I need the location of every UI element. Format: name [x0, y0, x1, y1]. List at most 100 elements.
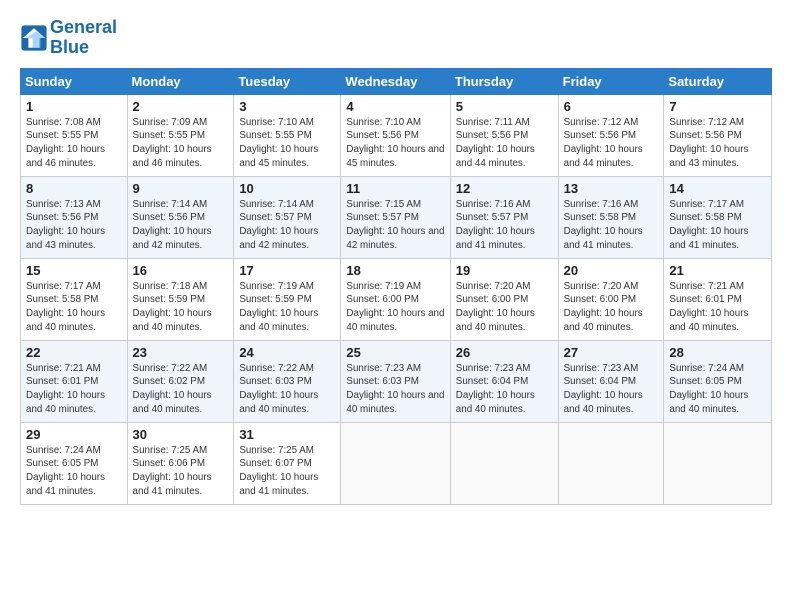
calendar-row: 22 Sunrise: 7:21 AMSunset: 6:01 PMDaylig…	[21, 340, 772, 422]
day-info: Sunrise: 7:14 AMSunset: 5:57 PMDaylight:…	[239, 199, 318, 251]
page: General Blue Sunday Monday Tuesday Wedne…	[0, 0, 792, 612]
day-number: 2	[133, 99, 229, 114]
day-number: 28	[669, 345, 766, 360]
day-info: Sunrise: 7:20 AMSunset: 6:00 PMDaylight:…	[564, 281, 643, 333]
day-number: 11	[346, 181, 444, 196]
day-info: Sunrise: 7:15 AMSunset: 5:57 PMDaylight:…	[346, 199, 444, 251]
col-sunday: Sunday	[21, 68, 128, 94]
table-row: 30 Sunrise: 7:25 AMSunset: 6:06 PMDaylig…	[127, 422, 234, 504]
table-row: 28 Sunrise: 7:24 AMSunset: 6:05 PMDaylig…	[664, 340, 772, 422]
table-row: 18 Sunrise: 7:19 AMSunset: 6:00 PMDaylig…	[341, 258, 450, 340]
table-row	[341, 422, 450, 504]
day-info: Sunrise: 7:17 AMSunset: 5:58 PMDaylight:…	[669, 199, 748, 251]
header: General Blue	[20, 18, 772, 58]
day-number: 5	[456, 99, 553, 114]
col-thursday: Thursday	[450, 68, 558, 94]
table-row: 26 Sunrise: 7:23 AMSunset: 6:04 PMDaylig…	[450, 340, 558, 422]
day-number: 20	[564, 263, 659, 278]
day-number: 17	[239, 263, 335, 278]
day-number: 22	[26, 345, 122, 360]
day-info: Sunrise: 7:14 AMSunset: 5:56 PMDaylight:…	[133, 199, 212, 251]
day-number: 23	[133, 345, 229, 360]
col-saturday: Saturday	[664, 68, 772, 94]
calendar-header-row: Sunday Monday Tuesday Wednesday Thursday…	[21, 68, 772, 94]
table-row: 12 Sunrise: 7:16 AMSunset: 5:57 PMDaylig…	[450, 176, 558, 258]
day-number: 26	[456, 345, 553, 360]
table-row: 19 Sunrise: 7:20 AMSunset: 6:00 PMDaylig…	[450, 258, 558, 340]
table-row: 13 Sunrise: 7:16 AMSunset: 5:58 PMDaylig…	[558, 176, 664, 258]
table-row: 25 Sunrise: 7:23 AMSunset: 6:03 PMDaylig…	[341, 340, 450, 422]
table-row: 15 Sunrise: 7:17 AMSunset: 5:58 PMDaylig…	[21, 258, 128, 340]
day-number: 21	[669, 263, 766, 278]
logo-text: General Blue	[50, 18, 117, 58]
day-number: 25	[346, 345, 444, 360]
col-monday: Monday	[127, 68, 234, 94]
day-info: Sunrise: 7:22 AMSunset: 6:02 PMDaylight:…	[133, 363, 212, 415]
table-row: 20 Sunrise: 7:20 AMSunset: 6:00 PMDaylig…	[558, 258, 664, 340]
table-row: 4 Sunrise: 7:10 AMSunset: 5:56 PMDayligh…	[341, 94, 450, 176]
day-number: 19	[456, 263, 553, 278]
day-number: 15	[26, 263, 122, 278]
day-number: 29	[26, 427, 122, 442]
day-info: Sunrise: 7:13 AMSunset: 5:56 PMDaylight:…	[26, 199, 105, 251]
day-number: 12	[456, 181, 553, 196]
generalblue-logo-icon	[20, 24, 48, 52]
logo: General Blue	[20, 18, 117, 58]
table-row	[450, 422, 558, 504]
day-info: Sunrise: 7:18 AMSunset: 5:59 PMDaylight:…	[133, 281, 212, 333]
day-info: Sunrise: 7:23 AMSunset: 6:04 PMDaylight:…	[564, 363, 643, 415]
col-tuesday: Tuesday	[234, 68, 341, 94]
day-number: 4	[346, 99, 444, 114]
day-number: 8	[26, 181, 122, 196]
table-row: 10 Sunrise: 7:14 AMSunset: 5:57 PMDaylig…	[234, 176, 341, 258]
day-number: 30	[133, 427, 229, 442]
table-row: 22 Sunrise: 7:21 AMSunset: 6:01 PMDaylig…	[21, 340, 128, 422]
col-friday: Friday	[558, 68, 664, 94]
table-row: 6 Sunrise: 7:12 AMSunset: 5:56 PMDayligh…	[558, 94, 664, 176]
day-info: Sunrise: 7:24 AMSunset: 6:05 PMDaylight:…	[669, 363, 748, 415]
table-row: 9 Sunrise: 7:14 AMSunset: 5:56 PMDayligh…	[127, 176, 234, 258]
calendar-row: 1 Sunrise: 7:08 AMSunset: 5:55 PMDayligh…	[21, 94, 772, 176]
day-info: Sunrise: 7:21 AMSunset: 6:01 PMDaylight:…	[26, 363, 105, 415]
logo-general: General	[50, 17, 117, 37]
day-number: 18	[346, 263, 444, 278]
table-row: 31 Sunrise: 7:25 AMSunset: 6:07 PMDaylig…	[234, 422, 341, 504]
table-row: 1 Sunrise: 7:08 AMSunset: 5:55 PMDayligh…	[21, 94, 128, 176]
table-row: 5 Sunrise: 7:11 AMSunset: 5:56 PMDayligh…	[450, 94, 558, 176]
day-number: 1	[26, 99, 122, 114]
day-number: 3	[239, 99, 335, 114]
day-info: Sunrise: 7:23 AMSunset: 6:04 PMDaylight:…	[456, 363, 535, 415]
day-number: 14	[669, 181, 766, 196]
day-info: Sunrise: 7:19 AMSunset: 6:00 PMDaylight:…	[346, 281, 444, 333]
table-row: 24 Sunrise: 7:22 AMSunset: 6:03 PMDaylig…	[234, 340, 341, 422]
day-info: Sunrise: 7:10 AMSunset: 5:55 PMDaylight:…	[239, 117, 318, 169]
table-row	[558, 422, 664, 504]
day-info: Sunrise: 7:21 AMSunset: 6:01 PMDaylight:…	[669, 281, 748, 333]
calendar-table: Sunday Monday Tuesday Wednesday Thursday…	[20, 68, 772, 505]
day-info: Sunrise: 7:10 AMSunset: 5:56 PMDaylight:…	[346, 117, 444, 169]
day-info: Sunrise: 7:12 AMSunset: 5:56 PMDaylight:…	[669, 117, 748, 169]
table-row: 21 Sunrise: 7:21 AMSunset: 6:01 PMDaylig…	[664, 258, 772, 340]
day-info: Sunrise: 7:25 AMSunset: 6:06 PMDaylight:…	[133, 445, 212, 497]
calendar-row: 29 Sunrise: 7:24 AMSunset: 6:05 PMDaylig…	[21, 422, 772, 504]
day-info: Sunrise: 7:25 AMSunset: 6:07 PMDaylight:…	[239, 445, 318, 497]
table-row: 29 Sunrise: 7:24 AMSunset: 6:05 PMDaylig…	[21, 422, 128, 504]
table-row: 16 Sunrise: 7:18 AMSunset: 5:59 PMDaylig…	[127, 258, 234, 340]
day-number: 9	[133, 181, 229, 196]
table-row: 3 Sunrise: 7:10 AMSunset: 5:55 PMDayligh…	[234, 94, 341, 176]
day-number: 13	[564, 181, 659, 196]
day-number: 27	[564, 345, 659, 360]
col-wednesday: Wednesday	[341, 68, 450, 94]
logo-blue: Blue	[50, 37, 89, 57]
day-number: 31	[239, 427, 335, 442]
day-info: Sunrise: 7:19 AMSunset: 5:59 PMDaylight:…	[239, 281, 318, 333]
day-info: Sunrise: 7:16 AMSunset: 5:57 PMDaylight:…	[456, 199, 535, 251]
day-info: Sunrise: 7:22 AMSunset: 6:03 PMDaylight:…	[239, 363, 318, 415]
day-number: 6	[564, 99, 659, 114]
table-row: 7 Sunrise: 7:12 AMSunset: 5:56 PMDayligh…	[664, 94, 772, 176]
day-info: Sunrise: 7:23 AMSunset: 6:03 PMDaylight:…	[346, 363, 444, 415]
day-info: Sunrise: 7:12 AMSunset: 5:56 PMDaylight:…	[564, 117, 643, 169]
table-row: 23 Sunrise: 7:22 AMSunset: 6:02 PMDaylig…	[127, 340, 234, 422]
table-row: 11 Sunrise: 7:15 AMSunset: 5:57 PMDaylig…	[341, 176, 450, 258]
table-row: 27 Sunrise: 7:23 AMSunset: 6:04 PMDaylig…	[558, 340, 664, 422]
